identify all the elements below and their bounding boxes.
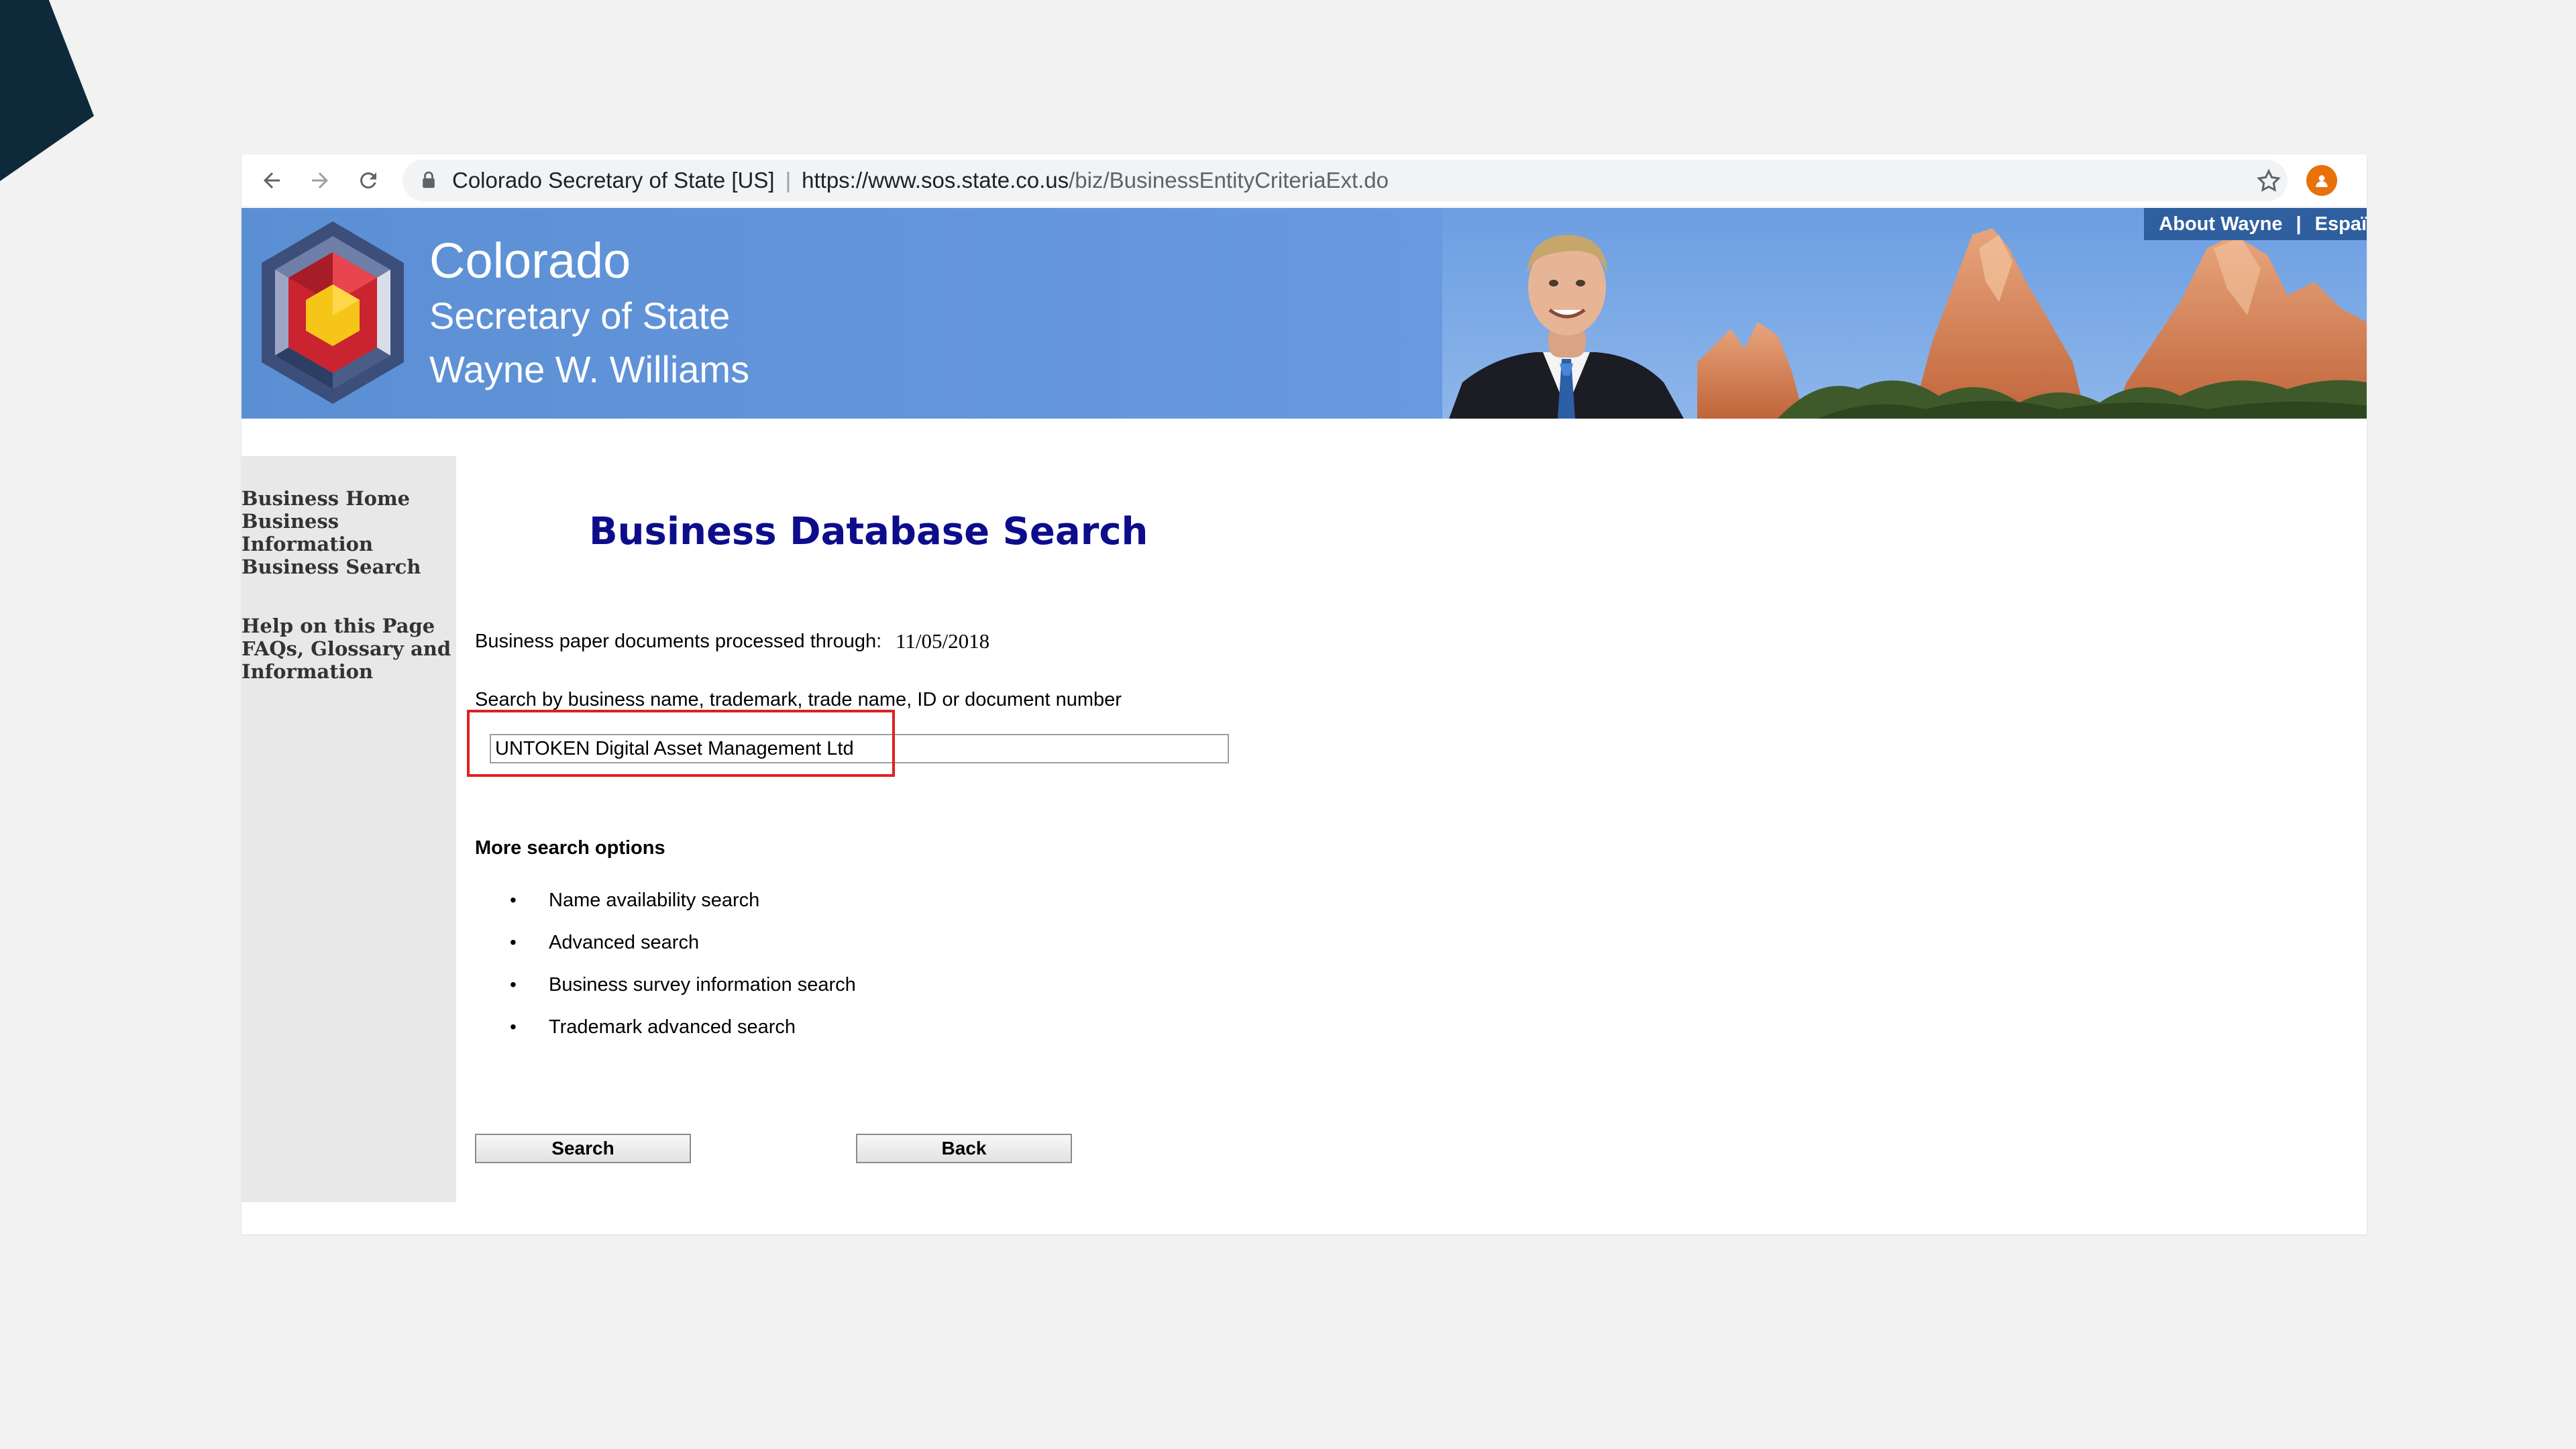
- reload-icon[interactable]: [353, 165, 384, 196]
- sidebar-business-home[interactable]: Business Home: [241, 487, 456, 510]
- back-button[interactable]: Back: [856, 1134, 1072, 1163]
- browser-toolbar: Colorado Secretary of State [US] | https…: [241, 154, 2367, 207]
- option-name-availability[interactable]: • Name availability search: [510, 890, 856, 932]
- browser-window: Colorado Secretary of State [US] | https…: [241, 154, 2367, 1234]
- profile-avatar-icon[interactable]: [2306, 165, 2337, 196]
- banner-official-name: Wayne W. Williams: [429, 348, 750, 390]
- forward-arrow-icon[interactable]: [305, 165, 335, 196]
- top-links-separator: |: [2296, 213, 2302, 235]
- banner-state-name: Colorado: [429, 233, 631, 288]
- url-path: /biz/BusinessEntityCriteriaExt.do: [1069, 168, 1389, 193]
- decorative-corner-shape: [0, 0, 94, 181]
- bullet: •: [510, 1016, 517, 1037]
- address-bar[interactable]: Colorado Secretary of State [US] | https…: [402, 160, 2288, 201]
- page-title: Business Database Search: [589, 510, 1148, 553]
- site-banner: Colorado Secretary of State Wayne W. Wil…: [241, 208, 2367, 419]
- search-button[interactable]: Search: [475, 1134, 691, 1163]
- more-search-options-heading: More search options: [475, 837, 665, 859]
- more-search-options-list: • Name availability search • Advanced sear…: [510, 890, 856, 1059]
- option-label[interactable]: Advanced search: [549, 932, 699, 954]
- bullet: •: [510, 890, 517, 910]
- processed-through-label: Business paper documents processed throu…: [475, 631, 882, 652]
- option-label[interactable]: Name availability search: [549, 890, 759, 912]
- about-wayne-link[interactable]: About Wayne: [2159, 213, 2282, 235]
- banner-office-name: Secretary of State: [429, 294, 731, 337]
- sidebar-help-links: Help on this Page FAQs, Glossary and Inf…: [241, 614, 456, 683]
- sidebar-faqs-glossary[interactable]: FAQs, Glossary and Information: [241, 637, 456, 683]
- url-domain: https://www.sos.state.co.us: [802, 168, 1069, 193]
- bullet: •: [510, 974, 517, 995]
- sidebar-help-on-page[interactable]: Help on this Page: [241, 614, 456, 637]
- espanol-link[interactable]: Espaï: [2315, 213, 2367, 235]
- sidebar-business-links: Business Home Business Information Busin…: [241, 487, 456, 578]
- bullet: •: [510, 932, 517, 953]
- top-links-bar: About Wayne | Espaï: [2144, 208, 2367, 240]
- processed-through-date: 11/05/2018: [896, 629, 990, 653]
- bookmark-star-icon[interactable]: [2255, 168, 2282, 195]
- option-advanced-search[interactable]: • Advanced search: [510, 932, 856, 974]
- business-search-input[interactable]: [490, 734, 1229, 763]
- option-trademark-advanced[interactable]: • Trademark advanced search: [510, 1016, 856, 1059]
- colorado-sos-logo: [262, 221, 404, 404]
- url-separator: |: [785, 168, 792, 193]
- option-label[interactable]: Business survey information search: [549, 974, 856, 996]
- sidebar-business-search[interactable]: Business Search: [241, 555, 456, 578]
- back-arrow-icon[interactable]: [256, 165, 287, 196]
- lock-icon: [421, 170, 439, 191]
- site-identity: Colorado Secretary of State [US]: [452, 168, 775, 193]
- search-instructions-label: Search by business name, trademark, trad…: [475, 689, 1122, 710]
- left-sidebar: Business Home Business Information Busin…: [241, 456, 456, 1202]
- sidebar-business-information[interactable]: Business Information: [241, 510, 456, 555]
- option-label[interactable]: Trademark advanced search: [549, 1016, 796, 1038]
- option-business-survey[interactable]: • Business survey information search: [510, 974, 856, 1016]
